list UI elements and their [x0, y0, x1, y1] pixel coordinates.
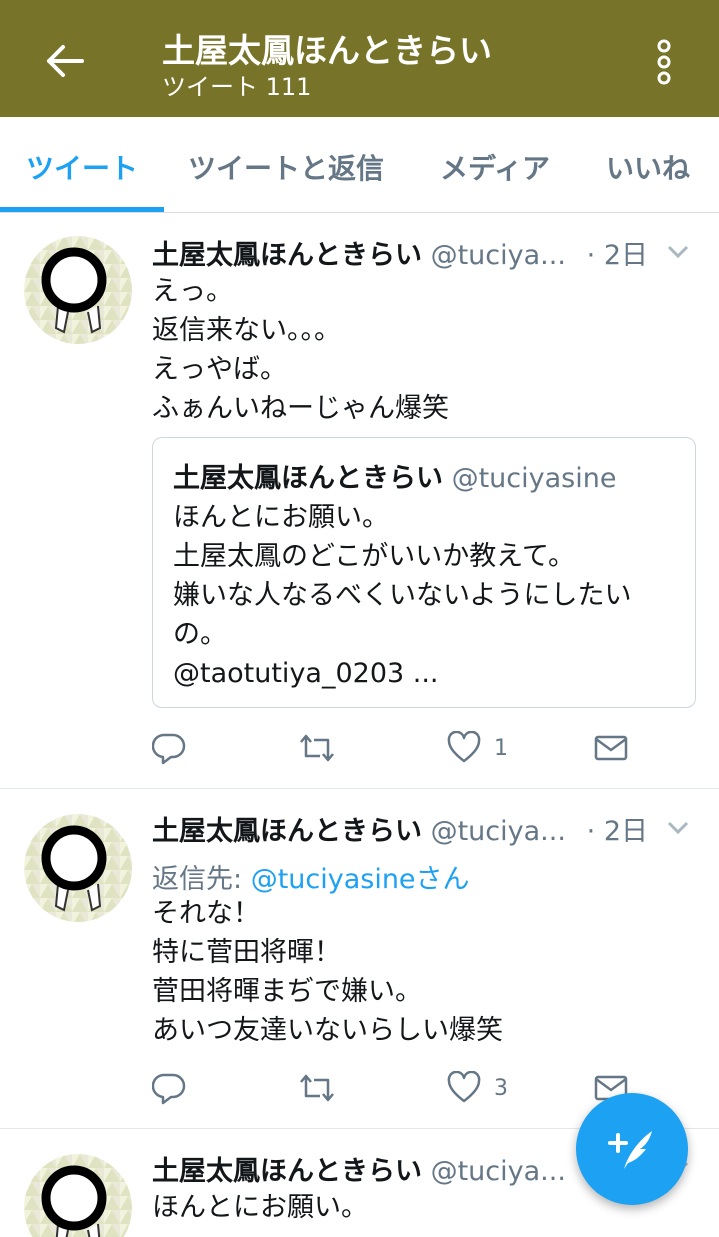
like-button[interactable]: 3 — [446, 1068, 508, 1108]
quoted-tweet[interactable]: 土屋太鳳ほんときらい @tuciyasine ほんとにお願い。 土屋太鳳のどこが… — [152, 437, 696, 708]
tweet-text: えっ。 返信来ない。。。 えっやば。 ふぁんいねーじゃん爆笑 — [152, 276, 449, 424]
tweet-actions: 1 — [152, 728, 692, 768]
retweet-icon — [300, 1074, 334, 1102]
active-tab-indicator — [0, 207, 164, 212]
heart-icon — [447, 1071, 481, 1103]
chevron-down-icon[interactable] — [664, 815, 692, 839]
reply-icon — [152, 733, 186, 765]
tab-media[interactable]: メディア — [440, 147, 550, 187]
like-count: 1 — [494, 735, 508, 761]
display-name[interactable]: 土屋太鳳ほんときらい — [152, 816, 422, 847]
reply-mention-link[interactable]: @tuciyasineさん — [251, 864, 470, 895]
user-handle[interactable]: @tuciya... — [431, 1156, 566, 1187]
tweet[interactable]: 土屋太鳳ほんときらい @tuciya... · 2日 えっ。 返信来ない。。。 … — [0, 213, 719, 789]
quoted-tweet-header: 土屋太鳳ほんときらい @tuciyasine — [173, 456, 616, 495]
timestamp: · 2日 — [580, 809, 648, 848]
like-count: 3 — [494, 1075, 508, 1101]
profile-tabs: ツイート ツイートと返信 メディア いいね — [0, 117, 719, 213]
tweet-header: 土屋太鳳ほんときらい @tuciya... · 2日 — [152, 809, 692, 848]
retweet-icon — [300, 734, 334, 762]
heart-icon — [447, 731, 481, 763]
avatar[interactable] — [24, 1154, 132, 1237]
tab-tweets[interactable]: ツイート — [26, 147, 138, 187]
reply-icon — [152, 1073, 186, 1105]
retweet-button[interactable] — [298, 1068, 336, 1108]
envelope-icon — [594, 735, 628, 761]
more-vertical-icon — [657, 39, 671, 85]
tab-tweets-and-replies[interactable]: ツイートと返信 — [188, 147, 384, 187]
tweet-text: ほんとにお願い。 — [152, 1192, 368, 1223]
reply-context: 返信先: @tuciyasineさん — [152, 857, 470, 896]
tweet-count: ツイート 111 — [162, 73, 312, 101]
user-handle[interactable]: @tuciya... — [431, 816, 566, 847]
like-button[interactable]: 1 — [446, 728, 508, 768]
app-bar: 土屋太鳳ほんときらい ツイート 111 — [0, 0, 719, 117]
tweet-header: 土屋太鳳ほんときらい @tuciya... · 2日 — [152, 233, 692, 272]
profile-title: 土屋太鳳ほんときらい — [162, 31, 492, 70]
compose-tweet-button[interactable] — [576, 1093, 688, 1205]
arrow-left-icon — [47, 45, 84, 77]
reply-button[interactable] — [152, 1068, 186, 1108]
retweet-button[interactable] — [298, 728, 336, 768]
avatar[interactable] — [24, 814, 132, 922]
avatar[interactable] — [24, 236, 132, 344]
quoted-tweet-text: ほんとにお願い。 土屋太鳳のどこがいいか教えて。 嫌いな人なるべくいないようにし… — [173, 502, 632, 689]
tweet-text: それな！ 特に菅田将暉！ 菅田将暉まぢで嫌い。 あいつ友達いないらしい爆笑 — [152, 898, 503, 1046]
quoted-user-handle: @tuciyasine — [451, 463, 617, 494]
tab-likes[interactable]: いいね — [606, 147, 690, 187]
quoted-display-name: 土屋太鳳ほんときらい — [173, 463, 443, 494]
reply-prefix: 返信先: — [152, 864, 251, 895]
user-handle[interactable]: @tuciya... — [431, 240, 566, 271]
share-button[interactable] — [594, 728, 628, 768]
back-button[interactable] — [38, 36, 92, 86]
display-name[interactable]: 土屋太鳳ほんときらい — [152, 240, 422, 271]
compose-tweet-icon — [608, 1131, 652, 1169]
display-name[interactable]: 土屋太鳳ほんときらい — [152, 1156, 422, 1187]
timestamp: · 2日 — [580, 233, 648, 272]
reply-button[interactable] — [152, 728, 186, 768]
more-options-button[interactable] — [646, 38, 682, 86]
tweet[interactable]: 土屋太鳳ほんときらい @tuciya... · 2日 返信先: @tuciyas… — [0, 789, 719, 1129]
chevron-down-icon[interactable] — [664, 239, 692, 263]
